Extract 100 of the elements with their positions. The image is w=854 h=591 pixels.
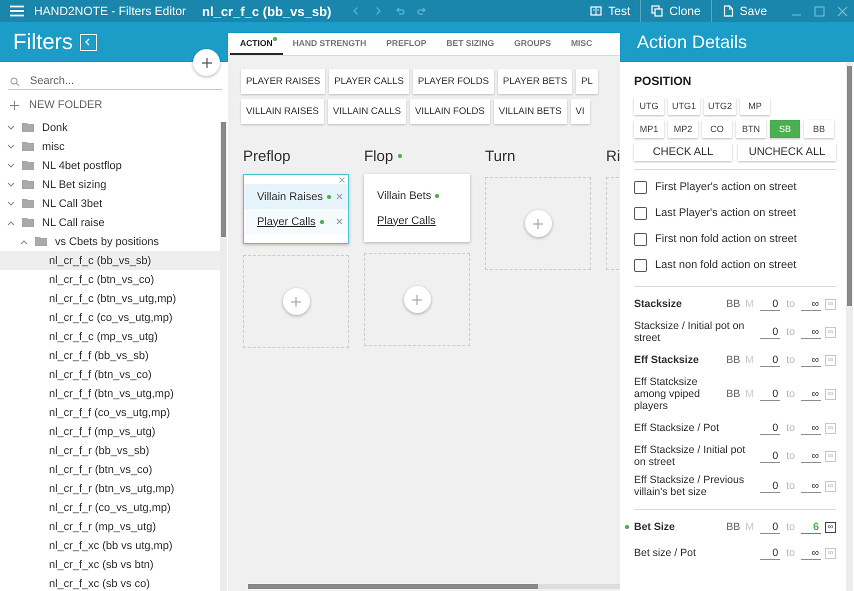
tree-item[interactable]: nl_cr_f_xc (bb vs utg,mp) (0, 536, 220, 555)
unit-toggle[interactable]: BB (726, 388, 740, 400)
tab[interactable]: HAND STRENGTH (282, 33, 376, 55)
chevron-up-icon[interactable] (20, 238, 28, 244)
tab[interactable]: GROUPS (504, 33, 561, 55)
action-button[interactable]: VILLAIN CALLS (328, 99, 406, 124)
position-toggle[interactable]: UTG2 (704, 97, 736, 115)
maximize-icon[interactable] (814, 6, 825, 16)
position-toggle[interactable]: UTG1 (668, 97, 700, 115)
folder-name[interactable]: NL Bet sizing (42, 178, 106, 190)
action-button[interactable]: VILLAIN BETS (494, 99, 567, 124)
forward-icon[interactable] (373, 6, 384, 16)
undo-icon[interactable] (395, 6, 406, 16)
drop-zone[interactable] (243, 255, 349, 348)
action-button[interactable]: VILLAIN FOLDS (410, 99, 490, 124)
tab[interactable]: ACTION (230, 33, 283, 55)
checkbox[interactable] (634, 258, 647, 272)
tree-item[interactable]: nl_cr_f_r (btn_vs_utg,mp) (0, 479, 220, 498)
tree-item[interactable]: nl_cr_f_c (mp_vs_utg) (0, 327, 220, 346)
close-icon[interactable] (339, 177, 345, 183)
max-field[interactable]: ∞ (801, 546, 821, 560)
unit-toggle[interactable]: BB (726, 521, 740, 533)
action-button[interactable]: PLAYER BETS (498, 69, 572, 94)
chevron-down-icon[interactable] (7, 162, 15, 168)
min-field[interactable]: 0 (760, 422, 780, 434)
unit-toggle[interactable]: BB (726, 298, 740, 310)
scrollbar[interactable] (846, 62, 853, 591)
tree-item[interactable]: nl_cr_f_xc (sb vs btn) (0, 555, 220, 574)
unit-toggle[interactable]: BB (726, 354, 740, 366)
check-all-button[interactable]: CHECK ALL (634, 143, 732, 161)
condition-card[interactable]: Villain Bets Player Calls (364, 174, 470, 242)
tree-item[interactable]: nl_cr_f_f (btn_vs_utg,mp) (0, 384, 220, 403)
action-button[interactable]: VI (570, 99, 590, 124)
checkbox[interactable] (634, 206, 647, 220)
chevron-down-icon[interactable] (7, 182, 15, 188)
min-field[interactable]: 0 (760, 520, 780, 534)
tree-item[interactable]: nl_cr_f_f (bb_vs_sb) (0, 346, 220, 365)
position-toggle[interactable]: CO (702, 120, 732, 138)
tab[interactable]: BET SIZING (436, 33, 504, 55)
position-toggle[interactable]: BB (804, 120, 834, 138)
infinity-toggle[interactable]: ∞ (825, 522, 836, 532)
max-field[interactable]: ∞ (801, 480, 821, 492)
close-icon[interactable] (837, 6, 848, 16)
action-button[interactable]: PLAYER CALLS (329, 69, 409, 94)
drop-zone[interactable] (485, 177, 591, 270)
tree-item[interactable]: nl_cr_f_c (bb_vs_sb) (0, 251, 220, 270)
tree-item[interactable]: nl_cr_f_r (co_vs_utg,mp) (0, 498, 220, 517)
max-field[interactable]: ∞ (801, 326, 821, 338)
folder-name[interactable]: NL Call 3bet (42, 198, 102, 210)
drop-zone[interactable] (364, 253, 470, 346)
close-icon[interactable] (336, 193, 343, 200)
chevron-down-icon[interactable] (7, 144, 15, 150)
condition-link[interactable]: Player Calls (377, 214, 436, 226)
position-toggle[interactable]: BTN (736, 120, 766, 138)
max-field[interactable]: ∞ (801, 422, 821, 434)
max-field[interactable]: ∞ (801, 388, 821, 400)
max-field[interactable]: ∞ (801, 298, 821, 310)
chevron-down-icon[interactable] (7, 124, 15, 130)
min-field[interactable]: 0 (760, 298, 780, 310)
min-field[interactable]: 0 (760, 326, 780, 338)
uncheck-all-button[interactable]: UNCHECK ALL (738, 143, 836, 161)
min-field[interactable]: 0 (760, 480, 780, 492)
condition-card[interactable]: Villain Raises Player Calls (243, 174, 349, 244)
folder-name[interactable]: Donk (42, 122, 68, 134)
max-field[interactable]: ∞ (801, 354, 821, 366)
search-field[interactable]: Search... (8, 73, 222, 90)
collapse-button[interactable] (80, 34, 97, 50)
position-toggle[interactable]: MP1 (634, 120, 664, 138)
min-field[interactable]: 0 (760, 450, 780, 462)
tab[interactable]: PREFLOP (376, 33, 436, 55)
plus-icon[interactable] (9, 100, 20, 110)
min-field[interactable]: 0 (760, 388, 780, 400)
position-toggle[interactable]: MP (740, 97, 770, 115)
new-folder-button[interactable]: NEW FOLDER (29, 99, 102, 111)
action-button[interactable]: PLAYER FOLDS (412, 69, 494, 94)
close-icon[interactable] (336, 218, 343, 225)
position-toggle[interactable]: UTG (634, 97, 664, 115)
tree-item[interactable]: nl_cr_f_r (bb_vs_sb) (0, 441, 220, 460)
tree-item[interactable]: nl_cr_f_f (btn_vs_co) (0, 365, 220, 384)
scrollbar[interactable] (220, 122, 227, 591)
folder-name[interactable]: NL Call raise (42, 216, 105, 228)
tree-item[interactable]: nl_cr_f_c (co_vs_utg,mp) (0, 308, 220, 327)
tree-item[interactable]: nl_cr_f_r (mp_vs_utg) (0, 517, 220, 536)
min-field[interactable]: 0 (760, 546, 780, 560)
chevron-down-icon[interactable] (7, 200, 15, 206)
position-toggle[interactable]: MP2 (668, 120, 698, 138)
max-field[interactable]: ∞ (801, 450, 821, 462)
checkbox[interactable] (634, 180, 647, 194)
tree-item[interactable]: nl_cr_f_f (co_vs_utg,mp) (0, 403, 220, 422)
action-button[interactable]: PL (576, 69, 598, 94)
action-button[interactable]: VILLAIN RAISES (241, 99, 324, 124)
tree-item[interactable]: nl_cr_f_xc (sb vs co) (0, 574, 220, 591)
min-field[interactable]: 0 (760, 354, 780, 366)
folder-name[interactable]: vs Cbets by positions (55, 236, 159, 248)
chevron-up-icon[interactable] (7, 220, 15, 226)
tree-item[interactable]: nl_cr_f_f (mp_vs_utg) (0, 422, 220, 441)
toolbar-button[interactable]: Save (712, 0, 777, 22)
menu-icon[interactable] (10, 5, 24, 17)
folder-name[interactable]: misc (42, 140, 65, 152)
condition-label[interactable]: Villain Bets (377, 190, 432, 202)
